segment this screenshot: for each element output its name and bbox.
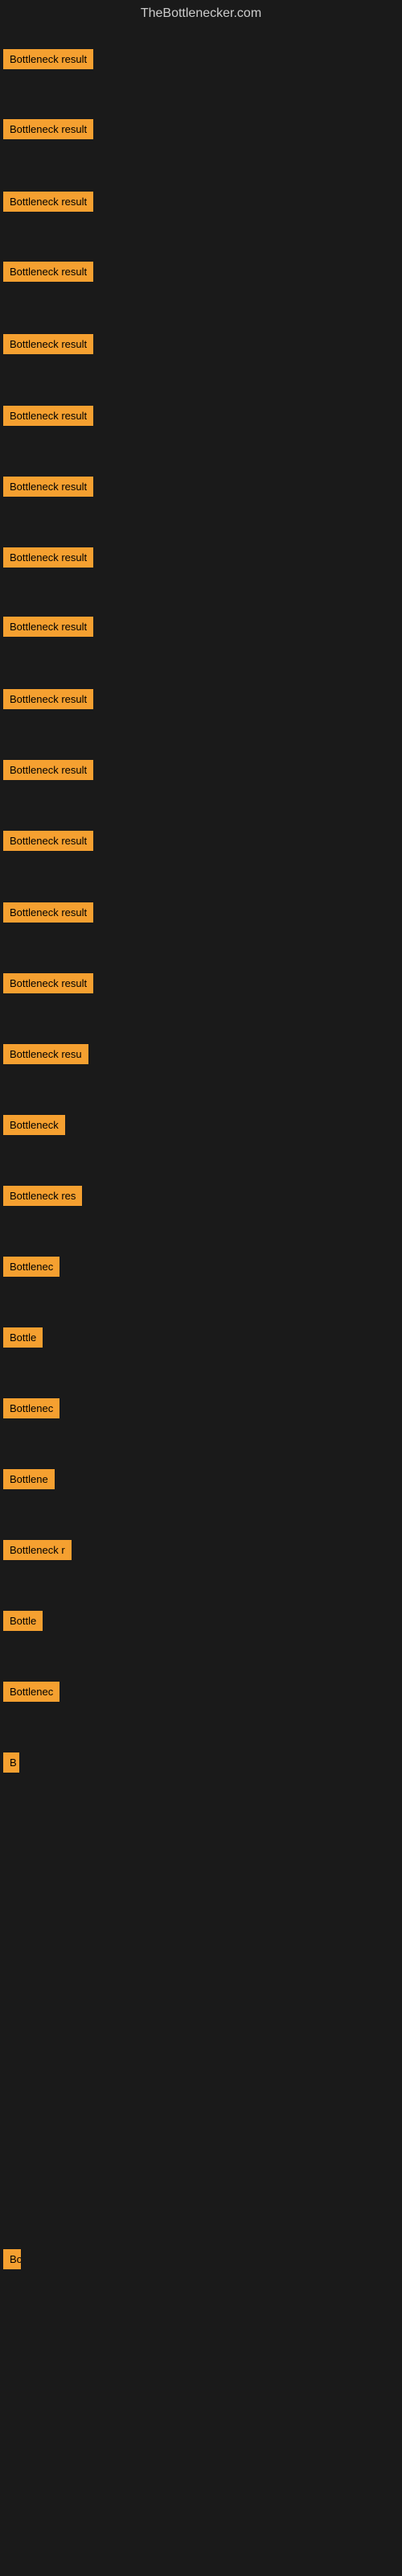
site-title: TheBottlenecker.com <box>0 0 402 27</box>
bottleneck-item: Bottleneck result <box>0 757 96 783</box>
bottleneck-item: B <box>0 1749 23 1776</box>
bottleneck-item: Bottleneck result <box>0 613 96 640</box>
bottleneck-item: Bottleneck result <box>0 402 96 429</box>
bottleneck-badge: Bottleneck result <box>3 119 93 139</box>
bottleneck-badge: Bottlenec <box>3 1398 59 1418</box>
bottleneck-badge: Bottleneck result <box>3 49 93 69</box>
bottleneck-badge: Bottleneck result <box>3 192 93 212</box>
bottleneck-badge: Bottleneck result <box>3 617 93 637</box>
bottleneck-item: Bottleneck result <box>0 258 96 285</box>
bottleneck-badge: Bottleneck res <box>3 1186 82 1206</box>
bottleneck-item: Bottleneck result <box>0 188 96 215</box>
bottleneck-item: Bottle <box>0 1324 46 1351</box>
bottleneck-badge: Bottleneck result <box>3 262 93 282</box>
bottleneck-badge: Bottle <box>3 1611 43 1631</box>
bottleneck-item: Bottleneck result <box>0 46 96 72</box>
bottleneck-item: Bottleneck result <box>0 544 96 571</box>
bottleneck-item: Bottleneck result <box>0 970 96 997</box>
bottleneck-item: Bottleneck r <box>0 1537 75 1563</box>
bottleneck-badge: Bottleneck <box>3 1115 65 1135</box>
bottleneck-badge: Bottle <box>3 1327 43 1348</box>
bottleneck-item: Bottleneck resu <box>0 1041 92 1067</box>
bottleneck-badge: Bottleneck result <box>3 760 93 780</box>
bottleneck-badge: Bottleneck resu <box>3 1044 88 1064</box>
bottleneck-item: Bottlenec <box>0 1678 63 1705</box>
bottleneck-badge: Bo <box>3 2249 21 2269</box>
bottleneck-item: Bottleneck res <box>0 1183 85 1209</box>
bottleneck-item: Bottle <box>0 1608 46 1634</box>
bottleneck-badge: Bottleneck result <box>3 973 93 993</box>
bottleneck-badge: Bottleneck result <box>3 547 93 568</box>
bottleneck-item: Bottleneck result <box>0 116 96 142</box>
bottleneck-badge: Bottlene <box>3 1469 55 1489</box>
bottleneck-badge: Bottleneck result <box>3 477 93 497</box>
bottleneck-item: Bottleneck result <box>0 331 96 357</box>
bottleneck-badge: B <box>3 1752 19 1773</box>
bottleneck-item: Bottleneck <box>0 1112 68 1138</box>
bottleneck-item: Bottleneck result <box>0 828 96 854</box>
bottleneck-item: Bo <box>0 2246 24 2273</box>
bottleneck-badge: Bottleneck result <box>3 334 93 354</box>
bottleneck-badge: Bottleneck r <box>3 1540 72 1560</box>
bottleneck-item: Bottleneck result <box>0 473 96 500</box>
bottleneck-item: Bottlenec <box>0 1395 63 1422</box>
bottleneck-item: Bottlenec <box>0 1253 63 1280</box>
bottleneck-item: Bottleneck result <box>0 686 96 712</box>
bottleneck-badge: Bottlenec <box>3 1682 59 1702</box>
bottleneck-item: Bottleneck result <box>0 899 96 926</box>
bottleneck-badge: Bottleneck result <box>3 406 93 426</box>
bottleneck-badge: Bottleneck result <box>3 902 93 923</box>
bottleneck-badge: Bottlenec <box>3 1257 59 1277</box>
bottleneck-badge: Bottleneck result <box>3 689 93 709</box>
bottleneck-badge: Bottleneck result <box>3 831 93 851</box>
bottleneck-item: Bottlene <box>0 1466 58 1492</box>
page-container: TheBottlenecker.com Bottleneck result Bot… <box>0 0 402 2576</box>
